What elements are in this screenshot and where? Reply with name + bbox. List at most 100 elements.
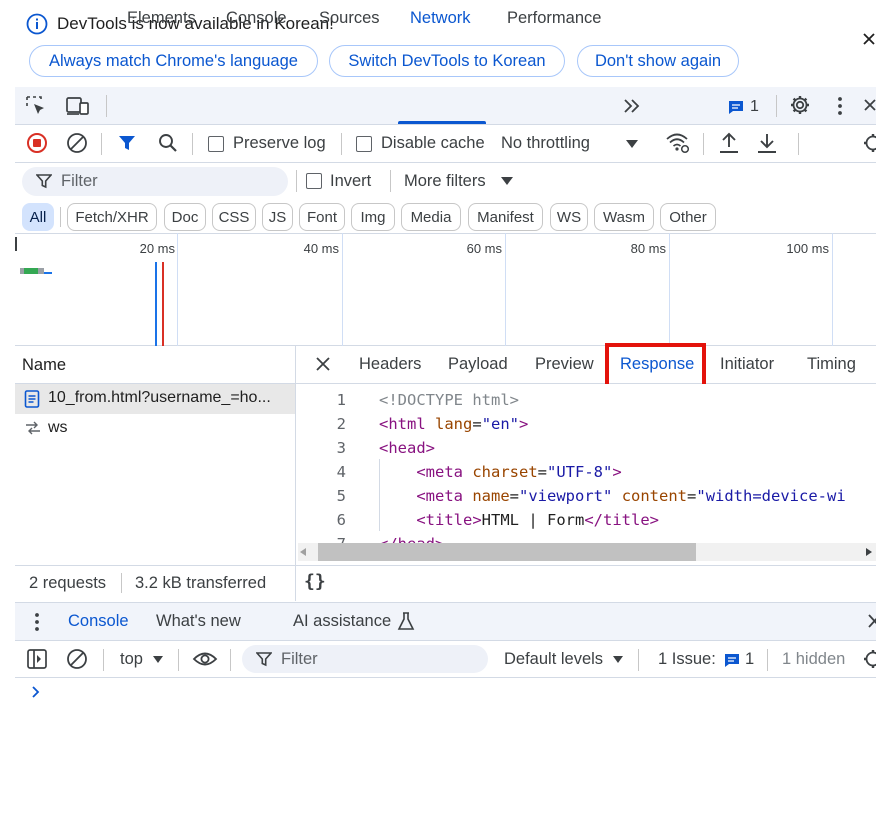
close-devtools-icon[interactable] bbox=[864, 97, 876, 115]
console-filter-input[interactable] bbox=[242, 645, 488, 673]
console-filter-icon bbox=[256, 651, 272, 667]
tab-console[interactable]: Console bbox=[226, 9, 287, 28]
code-line: <title>HTML | Form</title> bbox=[416, 511, 659, 529]
more-filters-button[interactable]: More filters bbox=[404, 172, 486, 191]
tick-label: 40 ms bbox=[303, 241, 339, 256]
line-number: 1 bbox=[336, 391, 346, 409]
more-filters-dropdown-icon[interactable] bbox=[500, 176, 514, 186]
tab-timing[interactable]: Timing bbox=[807, 355, 856, 374]
context-selector[interactable]: top bbox=[120, 650, 143, 669]
device-toolbar-icon[interactable] bbox=[65, 95, 91, 117]
name-column-header[interactable]: Name bbox=[15, 346, 295, 384]
divider bbox=[178, 649, 179, 671]
settings-gear-icon[interactable] bbox=[789, 94, 811, 116]
type-filter-media[interactable]: Media bbox=[401, 203, 461, 231]
waterfall-bar bbox=[44, 272, 52, 274]
network-settings-icon[interactable] bbox=[862, 132, 876, 154]
request-name[interactable]: 10_from.html?username_=ho... bbox=[48, 389, 271, 407]
live-expression-eye-icon[interactable] bbox=[192, 649, 218, 669]
stop-recording-icon[interactable] bbox=[26, 132, 48, 154]
invert-checkbox[interactable] bbox=[306, 173, 322, 189]
issue-message-icon bbox=[724, 652, 740, 668]
tab-performance[interactable]: Performance bbox=[507, 9, 601, 28]
switch-to-korean-button[interactable]: Switch DevTools to Korean bbox=[329, 45, 565, 77]
experiment-flask-icon bbox=[397, 611, 415, 631]
tab-headers[interactable]: Headers bbox=[359, 355, 421, 374]
console-input[interactable] bbox=[46, 682, 866, 704]
gridline bbox=[342, 233, 343, 346]
clear-log-icon[interactable] bbox=[66, 132, 88, 154]
preserve-log-checkbox[interactable] bbox=[208, 136, 224, 152]
type-filter-css[interactable]: CSS bbox=[212, 203, 256, 231]
more-tabs-icon[interactable] bbox=[622, 97, 642, 115]
disable-cache-checkbox[interactable] bbox=[356, 136, 372, 152]
divider bbox=[703, 133, 704, 155]
always-match-language-button[interactable]: Always match Chrome's language bbox=[29, 45, 318, 77]
horizontal-scrollbar[interactable] bbox=[298, 543, 876, 561]
tick-label: 20 ms bbox=[139, 241, 175, 256]
tab-sources[interactable]: Sources bbox=[319, 9, 380, 28]
throttling-dropdown-icon[interactable] bbox=[625, 139, 639, 149]
console-sidebar-icon[interactable] bbox=[26, 648, 48, 670]
type-filter-fetch-xhr[interactable]: Fetch/XHR bbox=[67, 203, 157, 231]
divider bbox=[60, 207, 61, 227]
tab-initiator[interactable]: Initiator bbox=[720, 355, 774, 374]
type-filter-wasm[interactable]: Wasm bbox=[594, 203, 654, 231]
console-prompt-chevron-icon bbox=[30, 684, 42, 700]
drawer-tab-ai-assistance[interactable]: AI assistance bbox=[293, 612, 391, 631]
network-conditions-icon[interactable] bbox=[665, 131, 691, 155]
type-filter-doc[interactable]: Doc bbox=[164, 203, 206, 231]
drawer-tab-whats-new[interactable]: What's new bbox=[156, 612, 241, 631]
divider bbox=[638, 649, 639, 671]
drawer-tab-console[interactable]: Console bbox=[68, 612, 129, 631]
tick-label: 100 ms bbox=[786, 241, 829, 256]
tab-preview[interactable]: Preview bbox=[535, 355, 594, 374]
drawer-menu-kebab-icon[interactable] bbox=[30, 611, 44, 633]
filter-funnel-icon[interactable] bbox=[117, 133, 137, 153]
pretty-print-button[interactable]: {} bbox=[304, 571, 326, 592]
tab-network[interactable]: Network bbox=[410, 9, 471, 28]
throttling-select[interactable]: No throttling bbox=[501, 134, 590, 153]
issues-label[interactable]: 1 Issue: bbox=[658, 650, 716, 669]
close-infobar-icon[interactable] bbox=[862, 30, 876, 50]
scrollbar-thumb[interactable] bbox=[318, 543, 696, 561]
request-count: 2 requests bbox=[29, 574, 107, 592]
document-icon bbox=[24, 390, 40, 408]
console-settings-icon[interactable] bbox=[862, 648, 876, 670]
issues-counter[interactable]: 1 bbox=[728, 98, 759, 116]
scroll-left-icon[interactable] bbox=[300, 548, 306, 556]
more-options-kebab-icon[interactable] bbox=[833, 95, 847, 117]
console-filter-placeholder: Filter bbox=[281, 650, 318, 668]
inspect-element-icon[interactable] bbox=[25, 95, 47, 117]
close-drawer-icon[interactable] bbox=[868, 613, 876, 629]
type-filter-img[interactable]: Img bbox=[351, 203, 395, 231]
line-number: 5 bbox=[336, 487, 346, 505]
divider bbox=[798, 133, 799, 155]
search-icon[interactable] bbox=[157, 132, 179, 154]
log-levels-select[interactable]: Default levels bbox=[504, 650, 603, 669]
type-filter-ws[interactable]: WS bbox=[550, 203, 588, 231]
divider bbox=[101, 133, 102, 155]
close-detail-icon[interactable] bbox=[315, 356, 331, 372]
clear-console-icon[interactable] bbox=[66, 648, 88, 670]
info-icon bbox=[26, 13, 48, 35]
type-filter-all[interactable]: All bbox=[22, 203, 54, 231]
line-number: 7 bbox=[322, 535, 346, 543]
dont-show-again-button[interactable]: Don't show again bbox=[577, 45, 739, 77]
issue-message-icon bbox=[728, 99, 744, 115]
tab-payload[interactable]: Payload bbox=[448, 355, 508, 374]
log-levels-dropdown-icon[interactable] bbox=[612, 655, 624, 664]
divider bbox=[295, 565, 296, 601]
import-har-icon[interactable] bbox=[718, 131, 740, 155]
type-filter-other[interactable]: Other bbox=[660, 203, 716, 231]
type-filter-manifest[interactable]: Manifest bbox=[468, 203, 543, 231]
type-filter-font[interactable]: Font bbox=[299, 203, 345, 231]
type-filter-js[interactable]: JS bbox=[262, 203, 293, 231]
context-dropdown-icon[interactable] bbox=[152, 655, 164, 664]
response-code-viewer[interactable]: 1 2 3 4 5 6 7 <!DOCTYPE html> <html lang… bbox=[296, 384, 876, 543]
export-har-icon[interactable] bbox=[756, 131, 778, 155]
tab-elements[interactable]: Elements bbox=[127, 9, 196, 28]
request-name[interactable]: ws bbox=[48, 419, 68, 437]
scroll-right-icon[interactable] bbox=[866, 548, 872, 556]
response-tab-highlight bbox=[605, 343, 706, 388]
